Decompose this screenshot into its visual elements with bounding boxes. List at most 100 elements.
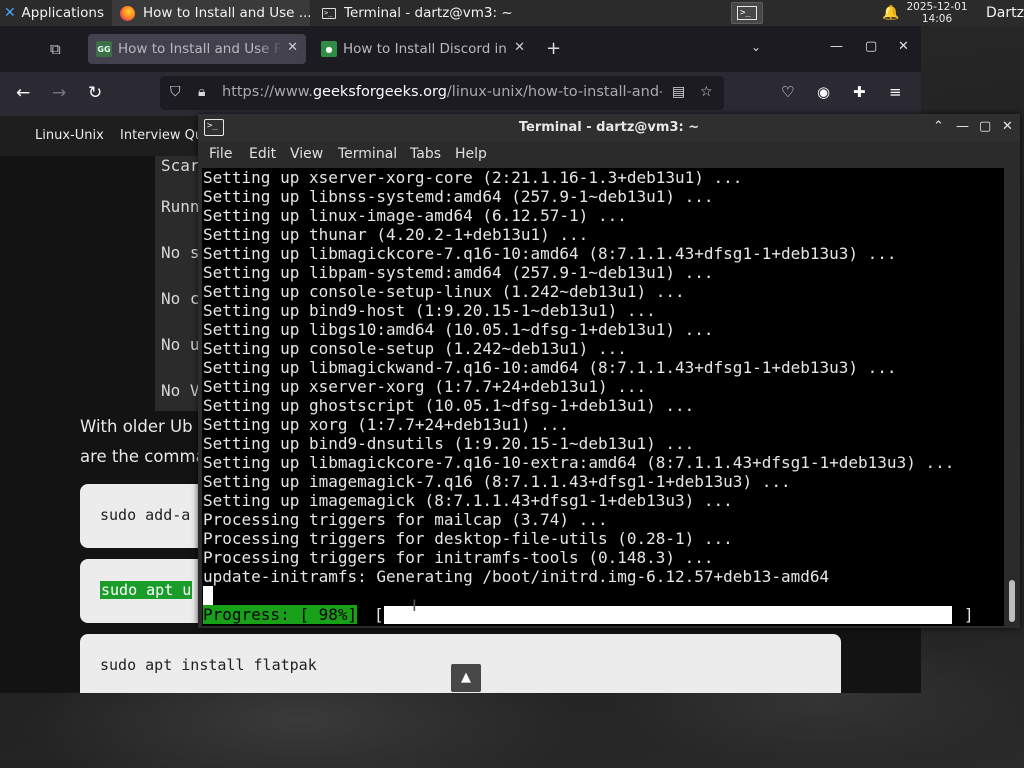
terminal-line: Processing triggers for mailcap (3.74) .… [203,510,608,529]
xfce-logo-icon: ✕ [4,5,16,21]
code-line: Scar [161,156,200,175]
taskbar-item-label: How to Install and Use ... [143,5,310,21]
terminal-icon: >_ [737,6,757,20]
close-tab-icon[interactable]: ✕ [287,40,298,55]
close-window-icon[interactable]: ✕ [1002,119,1013,134]
terminal-line: Setting up thunar (4.20.2-1+deb13u1) ... [203,225,589,244]
menu-view[interactable]: View [290,146,323,162]
tab-list-icon[interactable]: ⧉ [50,40,61,58]
progress-bar [384,606,952,624]
terminal-output[interactable]: update-initramfs: Generating /boot/initr… [202,168,1004,626]
terminal-cursor [203,586,213,605]
top-panel: ✕ Applications How to Install and Use ..… [0,0,1024,26]
command-text: sudo apt install flatpak [100,656,317,674]
terminal-line: Setting up libmagickwand-7.q16-10:amd64 … [203,358,897,377]
terminal-line: Setting up libgs10:amd64 (10.05.1~dfsg-1… [203,320,714,339]
url-host: geeksforgeeks.org [312,84,447,100]
command-block[interactable]: sudo apt u [80,559,210,623]
terminal-line: Setting up libmagickcore-7.q16-10-extra:… [203,453,955,472]
tab-how-to-install-flatpak[interactable]: GG How to Install and Use Fl ✕ [88,34,306,64]
shield-icon[interactable]: ⛉ [170,84,181,100]
firefox-icon [120,5,135,21]
maximize-icon[interactable]: ▢ [979,119,991,134]
code-line: No u [161,335,200,354]
progress-bracket-open: [ [374,605,384,624]
url-path: /linux-unix/how-to-install-and-u [446,84,662,100]
gfg-favicon-icon: GG [96,41,112,57]
url-prefix: https://www. [222,84,313,100]
maximize-icon[interactable]: ▢ [865,39,877,54]
code-line: Runn [161,197,200,216]
notification-bell-icon[interactable]: 🔔 [882,5,899,21]
tab-bar: ⧉ GG How to Install and Use Fl ✕ ● How t… [0,26,921,72]
pocket-icon[interactable]: ♡ [781,83,794,101]
terminal-icon: >_ [322,5,336,21]
url-text[interactable]: https://www.geeksforgeeks.org/linux-unix… [222,84,662,100]
reader-view-icon[interactable]: ▤ [672,84,685,100]
menu-file[interactable]: File [209,146,232,162]
nav-link-linux-unix[interactable]: Linux-Unix [35,128,104,143]
scroll-to-top-button[interactable]: ▲ [451,664,481,692]
terminal-menubar: File Edit View Terminal Tabs Help [198,142,1020,168]
command-block[interactable]: sudo add-a [80,484,210,548]
url-bar[interactable]: ⛉ 🔒︎ https://www.geeksforgeeks.org/linux… [160,76,724,110]
clock[interactable]: 2025-12-01 14:06 [904,1,970,25]
lock-icon[interactable]: 🔒︎ [198,84,205,100]
tab-title: How to Install Discord in [343,41,507,57]
minimize-icon[interactable]: — [956,119,969,134]
list-all-tabs-chevron-icon[interactable]: ⌄ [751,40,761,54]
back-arrow-icon[interactable]: ← [16,83,30,103]
forward-arrow-icon[interactable]: → [52,83,66,103]
terminal-line: Setting up xserver-xorg (1:7.7+24+deb13u… [203,377,647,396]
menu-edit[interactable]: Edit [249,146,276,162]
text-cursor-ibeam-icon: I [412,596,417,615]
gfg-favicon-icon: ● [321,41,337,57]
terminal-line: Setting up bind9-host (1:9.20.15-1~deb13… [203,301,656,320]
applications-menu-button[interactable]: ✕ Applications [0,0,108,26]
roll-up-chevron-icon[interactable]: ⌃ [933,119,944,134]
code-line: No V [161,381,200,400]
extensions-puzzle-icon[interactable]: ✚ [853,83,866,101]
reload-icon[interactable]: ↻ [88,83,102,103]
terminal-line: Setting up imagemagick (8:7.1.1.43+dfsg1… [203,491,733,510]
terminal-line: Setting up xorg (1:7.7+24+deb13u1) ... [203,415,570,434]
terminal-line: Setting up console-setup (1.242~deb13u1)… [203,339,627,358]
terminal-scrollbar[interactable] [1004,168,1020,626]
terminal-line: update-initramfs: Generating /boot/initr… [203,567,830,586]
terminal-titlebar[interactable]: >_ Terminal - dartz@vm3: ~ ⌃ — ▢ ✕ [198,114,1020,142]
terminal-line: Setting up libpam-systemd:amd64 (257.9-1… [203,263,714,282]
menu-hamburger-icon[interactable]: ≡ [889,83,902,101]
user-menu[interactable]: Dartz [986,0,1024,26]
terminal-window: >_ Terminal - dartz@vm3: ~ ⌃ — ▢ ✕ File … [198,114,1020,628]
clock-date: 2025-12-01 [906,1,968,13]
close-tab-icon[interactable]: ✕ [514,40,525,55]
progress-bracket-close: ] [964,605,974,624]
workspace-switcher[interactable]: >_ [731,2,763,24]
close-window-icon[interactable]: ✕ [898,39,909,54]
nav-link-interview[interactable]: Interview Qu [120,128,203,143]
terminal-line: Setting up libmagickcore-7.q16-10:amd64 … [203,244,897,263]
minimize-icon[interactable]: — [830,39,843,54]
terminal-line: Setting up console-setup-linux (1.242~de… [203,282,685,301]
new-tab-plus-icon[interactable]: + [546,38,561,59]
scrollbar-thumb[interactable] [1009,580,1015,622]
tab-title: How to Install and Use Fl [118,41,283,57]
code-line: No c [161,289,200,308]
menu-terminal[interactable]: Terminal [338,146,397,162]
account-icon[interactable]: ◉ [817,83,830,101]
terminal-line: Setting up linux-image-amd64 (6.12.57-1)… [203,206,627,225]
menu-tabs[interactable]: Tabs [410,146,441,162]
progress-label: Progress: [ 98%] [203,605,358,624]
applications-label: Applications [21,5,104,21]
taskbar-item-terminal[interactable]: >_ Terminal - dartz@vm3: ~ [314,0,512,26]
terminal-line: Processing triggers for initramfs-tools … [203,548,714,567]
code-line: No s [161,243,200,262]
clock-time: 14:06 [921,13,953,25]
taskbar-item-label: Terminal - dartz@vm3: ~ [344,5,512,21]
terminal-line: Setting up bind9-dnsutils (1:9.20.15-1~d… [203,434,695,453]
menu-help[interactable]: Help [455,146,487,162]
terminal-title: Terminal - dartz@vm3: ~ [518,120,700,135]
bookmark-star-icon[interactable]: ☆ [700,84,713,100]
tab-how-to-install-discord[interactable]: ● How to Install Discord in ✕ [313,34,533,64]
taskbar-item-firefox[interactable]: How to Install and Use ... [112,0,310,26]
